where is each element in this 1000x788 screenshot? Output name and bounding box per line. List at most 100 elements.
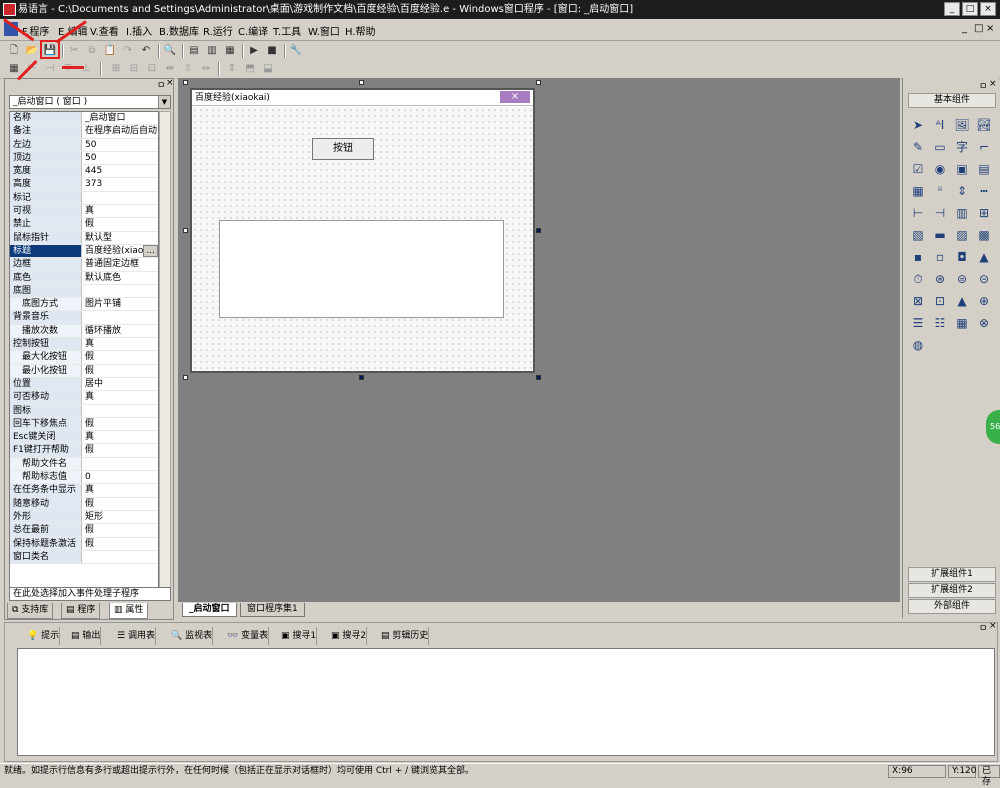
property-row[interactable]: 位置 居中 [10,377,158,392]
property-row[interactable]: 宽度 445 [10,165,158,179]
component-icon[interactable]: ➤ [909,116,927,134]
menu-insert[interactable]: I.插入 [126,23,152,38]
component-icon[interactable]: ▦ [953,314,971,332]
tab-search-2[interactable]: ▣ 搜寻2 [327,627,368,645]
extension-components-1-button[interactable]: 扩展组件1 [908,567,996,582]
property-value[interactable] [82,458,158,470]
property-value[interactable]: 普通固定边框 [82,258,158,270]
ellipsis-button[interactable]: ... [143,244,158,257]
property-value[interactable] [82,405,158,417]
tab-call-stack[interactable]: ☰ 调用表 [113,627,156,645]
property-value[interactable]: 真 [82,205,158,217]
property-row[interactable]: 帮助文件名 [10,457,158,472]
property-value[interactable]: 在程序启动后自动 [82,125,158,137]
component-icon[interactable]: ▧ [909,226,927,244]
component-icon[interactable]: ▩ [975,226,993,244]
property-value[interactable]: 假 [82,524,158,536]
property-row[interactable]: 可否移动真 [10,391,158,405]
menu-tools[interactable]: T.工具 [273,23,301,38]
maximize-button[interactable]: □ [962,2,978,16]
property-row[interactable]: 最小化按钮假 [10,364,158,378]
property-value[interactable]: 真 [82,338,158,350]
property-row[interactable]: 最大化按钮假 [10,351,158,365]
component-icon[interactable]: 🏞 [975,116,993,134]
resize-handle[interactable] [536,375,541,380]
layer-down-icon[interactable]: ⬓ [260,61,276,77]
property-row[interactable]: 标记 [10,191,158,206]
space-vertical-icon[interactable]: ⇳ [180,61,196,77]
redo-icon[interactable]: ↷ [120,43,136,59]
property-value[interactable]: 50 [82,152,158,164]
property-row[interactable]: 背景音乐 [10,311,158,325]
property-row[interactable]: 顶边 50 [10,151,158,166]
property-row[interactable]: 高度 373 [10,178,158,192]
align-right-icon[interactable]: ⊤ [60,61,76,77]
component-icon[interactable]: 🖼 [953,116,971,134]
panel-close-icon[interactable]: × [989,79,997,89]
component-icon[interactable]: ▲ [953,292,971,310]
component-icon[interactable]: ⇕ [953,182,971,200]
resize-handle[interactable] [183,375,188,380]
component-icon[interactable]: ▣ [953,160,971,178]
property-value[interactable]: 假 [82,498,158,510]
property-value[interactable]: 假 [82,538,158,550]
component-icon[interactable]: ⊠ [909,292,927,310]
property-row[interactable]: Esc键关闭真 [10,431,158,445]
chevron-down-icon[interactable]: ▼ [158,96,170,108]
property-row[interactable]: 帮助标志值 0 [10,471,158,485]
property-row[interactable]: 外形 矩形 [10,510,158,525]
property-value[interactable]: 0 [82,471,158,483]
property-row[interactable]: 随意移动假 [10,497,158,511]
component-icon[interactable]: ⊛ [931,270,949,288]
menu-help[interactable]: H.帮助 [345,23,376,38]
tab-program[interactable]: ▤ 程序 [61,603,101,619]
layout-left-icon[interactable]: ▤ [186,43,202,59]
property-row[interactable]: 边框 普通固定边框 [10,258,158,272]
property-value[interactable]: 假 [82,351,158,363]
component-icon[interactable]: ◉ [931,160,949,178]
design-edit-box[interactable] [219,220,504,318]
panel-close-icon[interactable]: × [166,78,174,88]
tab-properties[interactable]: ▥ 属性 [109,603,149,619]
pin-icon[interactable]: ㅁ [979,79,987,92]
property-value[interactable]: 假 [82,218,158,230]
component-icon[interactable]: ⊕ [975,292,993,310]
tab-output[interactable]: ▤ 输出 [67,627,102,645]
property-row[interactable]: 窗口类名 [10,550,158,565]
resize-handle[interactable] [183,228,188,233]
run-icon[interactable]: ▶ [246,43,262,59]
property-value[interactable]: 373 [82,178,158,190]
float-badge[interactable]: 56 [986,410,1000,444]
property-row[interactable]: 左边 50 [10,138,158,152]
title-bar[interactable]: 易语言 - C:\Documents and Settings\Administ… [0,0,1000,19]
component-icon[interactable]: ⊗ [975,314,993,332]
extension-components-2-button[interactable]: 扩展组件2 [908,583,996,598]
property-value[interactable]: 矩形 [82,511,158,523]
menu-view[interactable]: V.查看 [90,23,119,38]
component-icon[interactable]: ⊞ [975,204,993,222]
component-icon[interactable]: ⊡ [931,292,949,310]
component-icon[interactable]: ✎ [909,138,927,156]
tab-window-assembly[interactable]: 窗口程序集1 [240,603,305,617]
component-icon[interactable]: ⌐ [975,138,993,156]
layout-right-icon[interactable]: ▥ [204,43,220,59]
component-icon[interactable]: ▥ [953,204,971,222]
tab-variables[interactable]: 👓 变量表 [223,627,270,645]
component-icon[interactable]: ⊢ [909,204,927,222]
stop-icon[interactable]: ■ [264,43,280,59]
property-row[interactable]: 可视真 [10,205,158,219]
form-client-area[interactable]: 按钮 [192,107,533,371]
menu-window[interactable]: W.窗口 [308,23,340,38]
component-icon[interactable]: ┅ [975,182,993,200]
property-value[interactable]: 假 [82,418,158,430]
property-row[interactable]: F1键打开帮助假 [10,444,158,458]
resize-handle[interactable] [536,228,541,233]
property-value[interactable]: 百度经验(xiao... [82,244,158,258]
component-icon[interactable]: ▦ [909,182,927,200]
component-icon[interactable]: 字 [953,138,971,156]
property-value[interactable]: 445 [82,165,158,177]
property-table[interactable]: 名称 _启动窗口 备注 在程序启动后自动 左边 50 顶边 50 宽度 445 高度 373 标记 可视真… [9,111,159,591]
component-icon[interactable]: ▤ [975,160,993,178]
property-value[interactable]: 50 [82,139,158,151]
property-row[interactable]: 图标 [10,404,158,418]
